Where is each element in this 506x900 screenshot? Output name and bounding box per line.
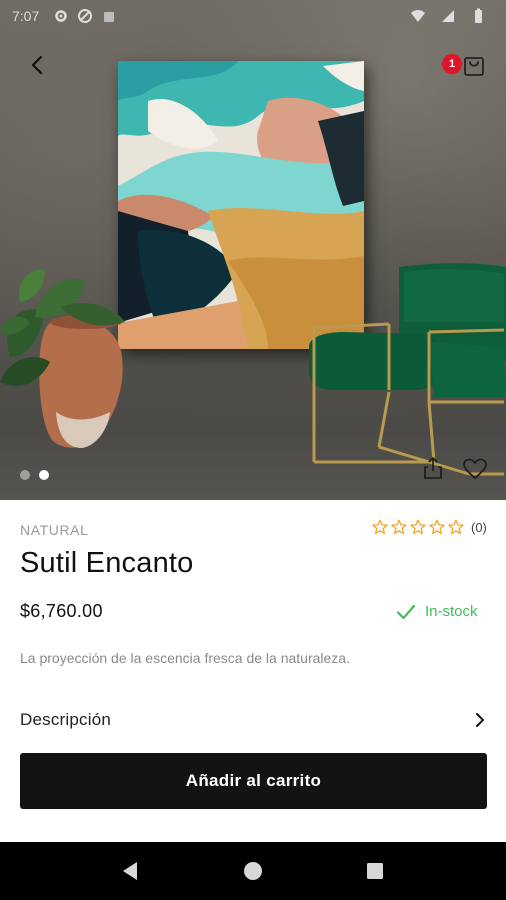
product-short-description: La proyección de la escencia fresca de l… [20,650,350,666]
gallery-pagination[interactable] [20,470,49,480]
gallery-dot-active[interactable] [39,470,49,480]
gear-icon [53,8,69,24]
add-to-cart-button[interactable]: Añadir al carrito [20,753,487,809]
product-rating[interactable]: (0) [372,519,487,535]
nav-recents-icon[interactable] [364,860,386,882]
back-arrow-icon [31,55,43,75]
nav-home-icon[interactable] [242,860,264,882]
status-time: 7:07 [12,8,40,24]
star-empty-icon [391,519,407,535]
star-empty-icon [372,519,388,535]
review-count: (0) [471,519,487,535]
cart-count-badge: 1 [442,54,462,74]
product-title: Sutil Encanto [20,547,194,579]
stock-status: In-stock [396,603,478,620]
share-icon [424,457,442,479]
battery-icon [470,8,486,24]
description-row[interactable]: Descripción [20,700,486,740]
green-armchair-decor [304,262,506,477]
potted-plant-decor [0,262,140,452]
product-image-gallery[interactable]: 7:07 1 [0,0,506,500]
star-empty-icon [448,519,464,535]
gallery-dot[interactable] [20,470,30,480]
stock-status-label: In-stock [425,603,478,620]
star-empty-icon [429,519,445,535]
vpn-icon [77,8,93,24]
nav-back-icon[interactable] [120,860,142,882]
back-button[interactable] [22,50,52,80]
sim-icon [101,8,117,24]
product-price: $6,760.00 [20,601,103,621]
star-empty-icon [410,519,426,535]
description-label: Descripción [20,710,112,729]
product-brand: NATURAL [20,522,89,538]
cart-button[interactable] [460,51,488,79]
chevron-right-icon [476,713,484,727]
shopping-bag-icon [464,57,484,76]
favorite-button[interactable] [462,458,488,480]
signal-icon [440,8,456,24]
check-icon [396,604,416,619]
system-nav-bar [0,842,506,900]
heart-icon [463,458,487,479]
share-button[interactable] [422,456,444,480]
status-bar: 7:07 [0,0,506,32]
wifi-icon [410,8,426,24]
